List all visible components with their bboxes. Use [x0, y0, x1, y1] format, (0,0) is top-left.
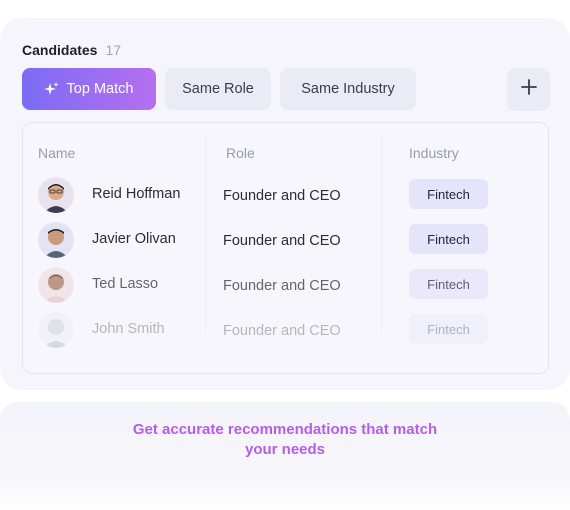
industry-badge: Fintech: [409, 224, 488, 254]
candidate-name: Javier Olivan: [92, 231, 176, 247]
candidates-table: Name Role Industry Reid Hoffman Founder …: [22, 122, 549, 374]
sparkle-icon: [43, 81, 59, 97]
tab-same-industry-label: Same Industry: [301, 81, 395, 97]
filter-tabs: Top Match Same Role Same Industry: [22, 68, 416, 110]
candidate-role: Founder and CEO: [223, 323, 341, 339]
add-candidate-button[interactable]: [507, 68, 550, 111]
column-header-industry: Industry: [409, 145, 459, 161]
candidate-name: Ted Lasso: [92, 276, 159, 292]
candidate-name: John Smith: [92, 321, 165, 337]
avatar: [38, 312, 74, 348]
candidate-name: Reid Hoffman: [92, 186, 181, 202]
section-title: Candidates: [22, 42, 98, 58]
avatar: [38, 177, 74, 213]
table-row[interactable]: John Smith Founder and CEO Fintech: [23, 312, 548, 350]
table-row[interactable]: Ted Lasso Founder and CEO Fintech: [23, 267, 548, 305]
table-row[interactable]: Javier Olivan Founder and CEO Fintech: [23, 222, 548, 260]
candidate-count: 17: [105, 42, 122, 58]
tab-same-industry[interactable]: Same Industry: [280, 68, 416, 110]
message-line-1: Get accurate recommendations that match: [132, 421, 438, 438]
avatar: [38, 222, 74, 258]
industry-badge: Fintech: [409, 269, 488, 299]
column-header-name: Name: [38, 145, 76, 161]
table-row[interactable]: Reid Hoffman Founder and CEO Fintech: [23, 177, 548, 215]
tab-same-role-label: Same Role: [182, 81, 254, 97]
footer-banner: Get accurate recommendations that match …: [0, 402, 570, 510]
message-line-2: your needs: [244, 441, 326, 458]
candidates-card: Candidates 17 Top Match Same Role Same I…: [0, 18, 570, 390]
tab-top-match-label: Top Match: [66, 81, 134, 97]
tab-top-match[interactable]: Top Match: [22, 68, 156, 110]
candidate-role: Founder and CEO: [223, 278, 341, 294]
candidate-role: Founder and CEO: [223, 233, 341, 249]
plus-icon: [520, 78, 538, 101]
industry-badge: Fintech: [409, 179, 488, 209]
industry-badge: Fintech: [409, 314, 488, 344]
candidate-role: Founder and CEO: [223, 188, 341, 204]
column-header-role: Role: [226, 145, 255, 161]
tab-same-role[interactable]: Same Role: [165, 68, 271, 110]
recommendation-message: Get accurate recommendations that match …: [0, 420, 570, 460]
avatar: [38, 267, 74, 303]
candidates-header: Candidates 17: [22, 42, 121, 58]
